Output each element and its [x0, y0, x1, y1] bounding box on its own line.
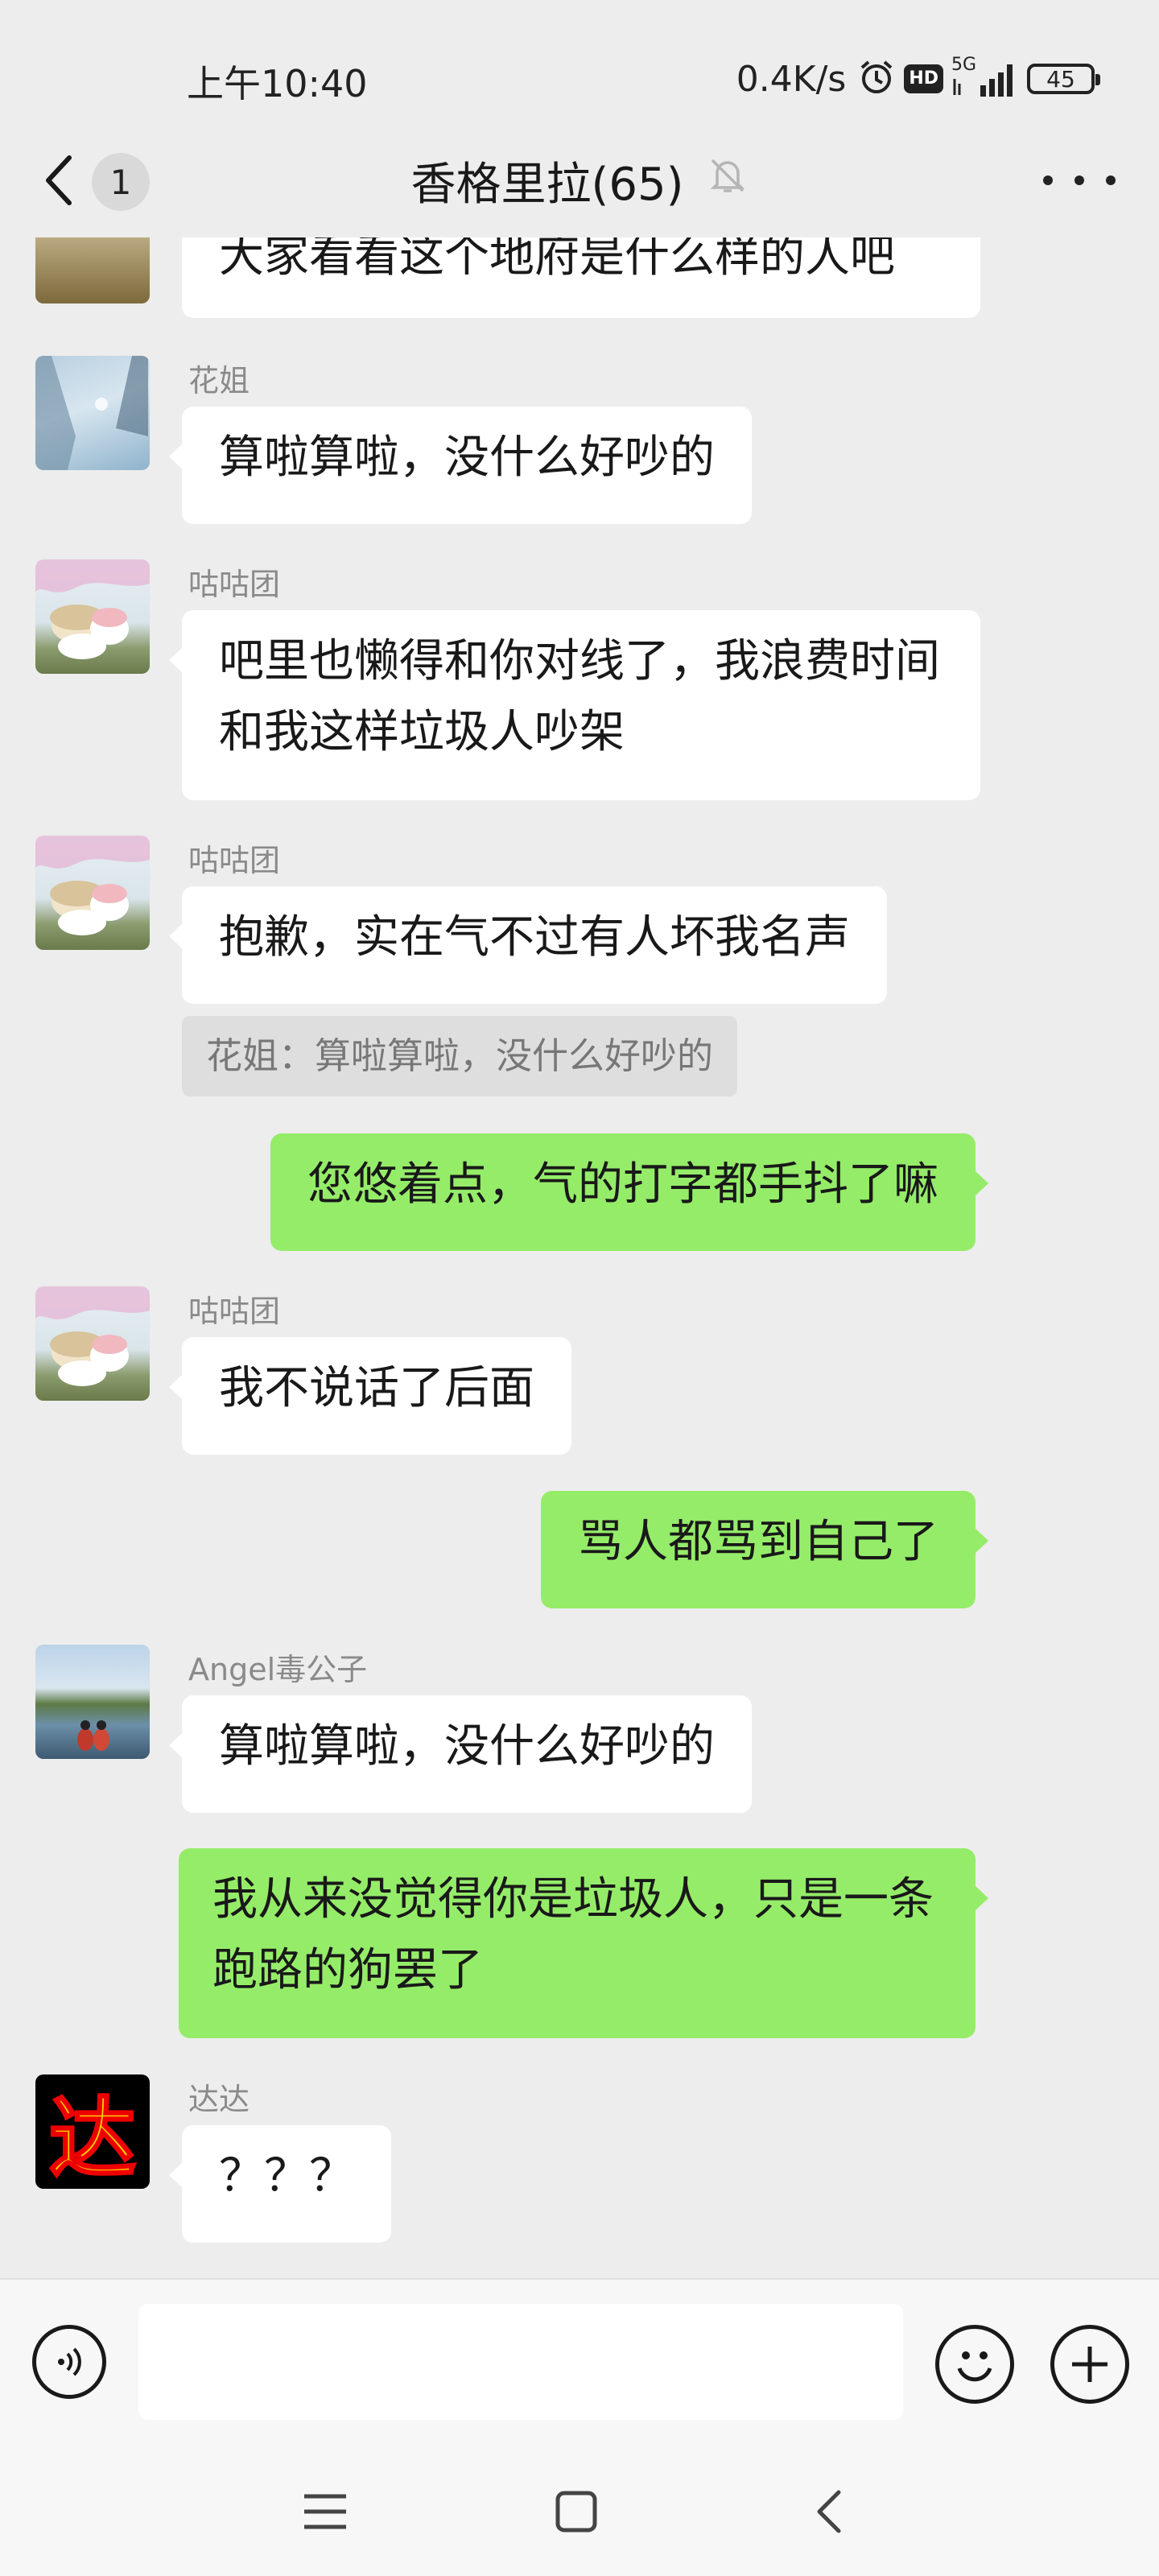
menu-icon[interactable]	[293, 2479, 357, 2544]
mute-bell-icon	[707, 155, 748, 207]
message-bubble[interactable]: 算啦算啦，没什么好吵的	[169, 407, 752, 524]
sender-name: 达达	[188, 2082, 250, 2117]
alarm-icon	[857, 58, 896, 100]
network-speed: 0.4K/s	[736, 58, 847, 100]
message-bubble[interactable]: ？？？	[169, 2125, 391, 2243]
chat-header: 1 香格里拉(65)	[0, 129, 1159, 233]
message-bubble[interactable]: 我从来没觉得你是垃圾人，只是一条跑路的狗罢了	[179, 1848, 988, 2038]
add-icon[interactable]	[1050, 2325, 1129, 2404]
message-bubble[interactable]: 骂人都骂到自己了	[541, 1491, 988, 1608]
hd-icon: HD	[904, 64, 943, 93]
status-time: 上午10:40	[187, 62, 368, 105]
input-bar	[0, 2278, 1159, 2441]
emoji-icon[interactable]	[935, 2325, 1014, 2404]
sender-name: 咕咕团	[188, 567, 281, 602]
chat-title: 香格里拉(65)	[410, 159, 684, 211]
message-input[interactable]	[138, 2304, 903, 2420]
message-bubble[interactable]: 算啦算啦，没什么好吵的	[169, 1695, 752, 1813]
avatar[interactable]	[35, 836, 150, 950]
message-bubble[interactable]: 您悠着点，气的打字都手抖了嘛	[270, 1133, 988, 1251]
system-nav-bar	[0, 2439, 1159, 2576]
sender-name: 咕咕团	[188, 843, 281, 878]
sender-name: Angel毒公子	[188, 1652, 368, 1687]
chat-title-wrap: 香格里拉(65)	[0, 148, 1159, 213]
avatar[interactable]	[35, 1645, 150, 1759]
more-dots-icon[interactable]	[1043, 164, 1116, 196]
home-square-icon[interactable]	[544, 2479, 608, 2544]
sender-name: 咕咕团	[188, 1294, 281, 1329]
avatar[interactable]	[35, 1286, 150, 1401]
avatar[interactable]	[35, 559, 150, 674]
avatar[interactable]	[35, 356, 150, 470]
message-bubble[interactable]: 我不说话了后面	[169, 1337, 571, 1455]
sender-name: 花姐	[188, 363, 250, 398]
message-bubble[interactable]: 抱歉，实在气不过有人坏我名声	[169, 886, 887, 1004]
message-bubble[interactable]: 大家看看这个地府是什么样的人吧	[182, 237, 980, 318]
voice-icon[interactable]	[32, 2325, 106, 2399]
signal-5g-icon: 5G	[951, 55, 1019, 98]
back-triangle-icon[interactable]	[797, 2479, 861, 2544]
status-icons: 0.4K/s HD 5G 45	[736, 55, 1100, 103]
battery-indicator: 45	[1027, 64, 1100, 94]
chat-messages: 大家看看这个地府是什么样的人吧 花姐 算啦算啦，没什么好吵的 咕咕团 吧里也懒得…	[0, 237, 1159, 2278]
message-bubble[interactable]: 吧里也懒得和你对线了，我浪费时间和我这样垃圾人吵架	[169, 610, 980, 800]
avatar	[35, 237, 150, 303]
quoted-message[interactable]: 花姐：算啦算啦，没什么好吵的	[182, 1016, 738, 1096]
avatar-glyph: 达	[47, 2087, 137, 2190]
avatar[interactable]: 达	[35, 2074, 150, 2189]
